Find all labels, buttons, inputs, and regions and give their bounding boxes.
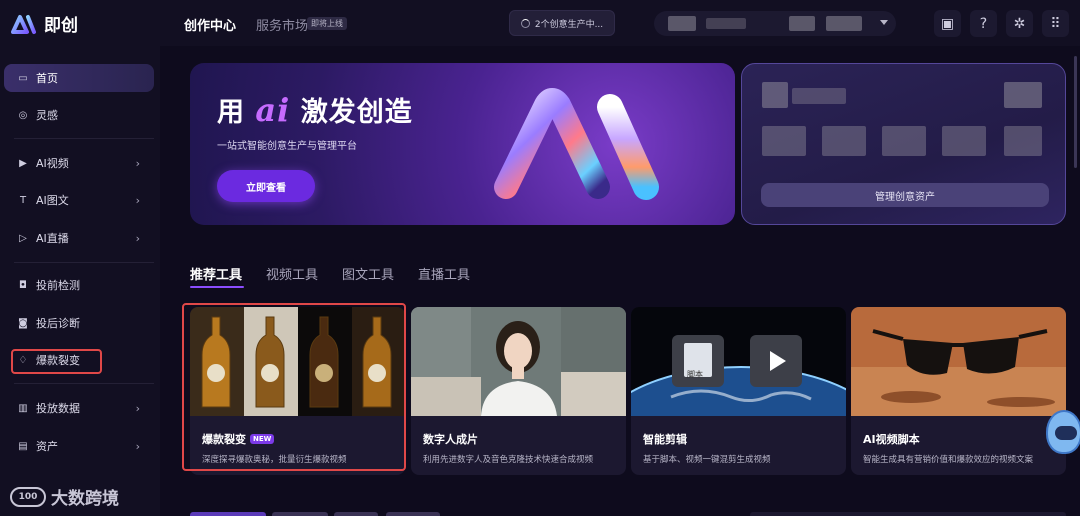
view-now-button[interactable]: 立即查看 (217, 170, 315, 202)
sidebar-item-label: 资产 (36, 440, 58, 453)
puzzle-icon[interactable]: ✲ (1006, 10, 1033, 37)
card-title: AI视频脚本 (863, 431, 920, 447)
divider (14, 138, 154, 139)
loading-spinner-icon (520, 18, 530, 28)
divider (14, 383, 154, 384)
generation-status-label: 2个创意生产中... (534, 19, 604, 30)
next-row-chip (386, 512, 440, 516)
chevron-right-icon: › (135, 439, 140, 453)
card-title-text: 智能剪辑 (643, 433, 687, 446)
sidebar-item-inspiration[interactable]: ◎ 灵感 (4, 101, 154, 129)
help-icon[interactable]: ? (970, 10, 997, 37)
bulb-icon: ◎ (18, 109, 28, 121)
next-row-chip (334, 512, 378, 516)
chevron-right-icon: › (135, 231, 140, 245)
sidebar-item-ai-live[interactable]: ▷ AI直播 › (4, 224, 154, 252)
earth-edit-image: 脚本 (631, 307, 846, 416)
chevron-down-icon (880, 20, 888, 25)
home-icon: ▭ (18, 72, 28, 84)
sidebar: ▭ 首页 ◎ 灵感 ▶ AI视频 › T AI图文 › ▷ AI直播 › ◘ 投… (0, 46, 160, 516)
main-content: 用 ai 激发创造 一站式智能创意生产与管理平台 立即查看 管理创意资产 推荐工… (160, 46, 1080, 516)
sidebar-item-label: 灵感 (36, 109, 58, 122)
creative-asset-card: 管理创意资产 (741, 63, 1066, 225)
card-title-text: AI视频脚本 (863, 433, 920, 446)
card-description: 智能生成具有营销价值和爆款效应的视频文案 (863, 455, 1034, 465)
tool-card-smart-edit[interactable]: 脚本 智能剪辑 基于脚本、视频一键混剪生成视频 (631, 307, 846, 475)
hero-subtitle: 一站式智能创意生产与管理平台 (217, 141, 357, 152)
hero-title-ai: ai (255, 91, 291, 129)
sidebar-item-ad-data[interactable]: ▥ 投放数据 › (4, 394, 154, 422)
sidebar-item-label: 投放数据 (36, 402, 80, 415)
nav-service-market[interactable]: 服务市场 (256, 15, 308, 34)
chevron-right-icon: › (135, 193, 140, 207)
live-icon: ▷ (19, 232, 27, 244)
manage-creative-assets-button[interactable]: 管理创意资产 (761, 183, 1049, 207)
tool-card-digital-human[interactable]: 数字人成片 利用先进数字人及音色克隆技术快速合成视频 (411, 307, 626, 475)
script-doc-label: 脚本 (687, 370, 703, 379)
sidebar-item-label: 首页 (36, 72, 58, 85)
sidebar-item-ai-video[interactable]: ▶ AI视频 › (4, 149, 154, 177)
account-selector[interactable] (654, 11, 896, 36)
sidebar-item-label: 投前检测 (36, 279, 80, 292)
highlight-box (182, 303, 406, 471)
sidebar-item-pre-check[interactable]: ◘ 投前检测 (4, 271, 154, 299)
tool-card-ai-video-script[interactable]: AI视频脚本 智能生成具有营销价值和爆款效应的视频文案 (851, 307, 1066, 475)
highlight-box (11, 349, 102, 374)
sidebar-item-label: AI图文 (36, 194, 69, 207)
precheck-icon: ◘ (19, 279, 27, 291)
sidebar-item-label: AI直播 (36, 232, 69, 245)
hero-title-prefix: 用 (217, 97, 245, 128)
tab-live-tools[interactable]: 直播工具 (418, 264, 470, 288)
sunglasses-image (851, 307, 1066, 416)
tool-tabs: 推荐工具 视频工具 图文工具 直播工具 (190, 264, 494, 288)
tab-image-text-tools[interactable]: 图文工具 (342, 264, 394, 288)
divider (14, 262, 154, 263)
card-title: 数字人成片 (423, 431, 478, 447)
sidebar-item-label: AI视频 (36, 157, 69, 170)
folder-icon: ▤ (18, 440, 28, 452)
hero-title-suffix: 激发创造 (300, 97, 413, 128)
tab-recommended-tools[interactable]: 推荐工具 (190, 264, 245, 288)
next-row-chip (272, 512, 328, 516)
next-row-chip (750, 512, 1066, 516)
sidebar-item-label: 投后诊断 (36, 317, 80, 330)
sidebar-item-assets[interactable]: ▤ 资产 › (4, 432, 154, 460)
card-title-text: 数字人成片 (423, 433, 478, 446)
watermark-text: 大数跨境 (51, 489, 119, 509)
nav-creation-center[interactable]: 创作中心 (184, 15, 236, 34)
card-description: 利用先进数字人及音色克隆技术快速合成视频 (423, 455, 594, 465)
brand-3d-logo-icon (494, 88, 659, 200)
grid-apps-icon[interactable]: ⠿ (1042, 10, 1069, 37)
next-row-chip (190, 512, 266, 516)
video-icon: ▶ (19, 157, 27, 169)
card-title: 智能剪辑 (643, 431, 687, 447)
generation-status-button[interactable]: 2个创意生产中... (509, 10, 615, 36)
watermark-logo-icon: 100 (10, 486, 46, 507)
top-bar: 即创 创作中心 服务市场 即将上线 2个创意生产中... ▣ ? ✲ ⠿ (0, 0, 1080, 46)
sidebar-item-ai-text-image[interactable]: T AI图文 › (4, 186, 154, 214)
logo-icon (11, 14, 36, 34)
text-image-icon: T (19, 194, 27, 206)
app-name: 即创 (44, 16, 78, 36)
watermark: 100 大数跨境 (10, 484, 119, 509)
data-icon: ▥ (18, 402, 28, 414)
wallet-icon[interactable]: ▣ (934, 10, 961, 37)
chevron-right-icon: › (135, 156, 140, 170)
app-logo[interactable]: 即创 (10, 11, 78, 36)
assistant-mascot-icon[interactable] (1046, 410, 1080, 454)
coming-soon-badge: 即将上线 (307, 17, 347, 30)
chevron-right-icon: › (135, 401, 140, 415)
hero-banner: 用 ai 激发创造 一站式智能创意生产与管理平台 立即查看 (190, 63, 735, 225)
digital-human-image (411, 307, 626, 416)
card-description: 基于脚本、视频一键混剪生成视频 (643, 455, 771, 465)
sidebar-item-post-diagnosis[interactable]: ◙ 投后诊断 (4, 309, 154, 337)
scrollbar[interactable] (1074, 56, 1077, 168)
sidebar-item-home[interactable]: ▭ 首页 (4, 64, 154, 92)
tab-video-tools[interactable]: 视频工具 (266, 264, 318, 288)
diagnosis-icon: ◙ (18, 317, 28, 329)
hero-title: 用 ai 激发创造 (217, 90, 413, 129)
